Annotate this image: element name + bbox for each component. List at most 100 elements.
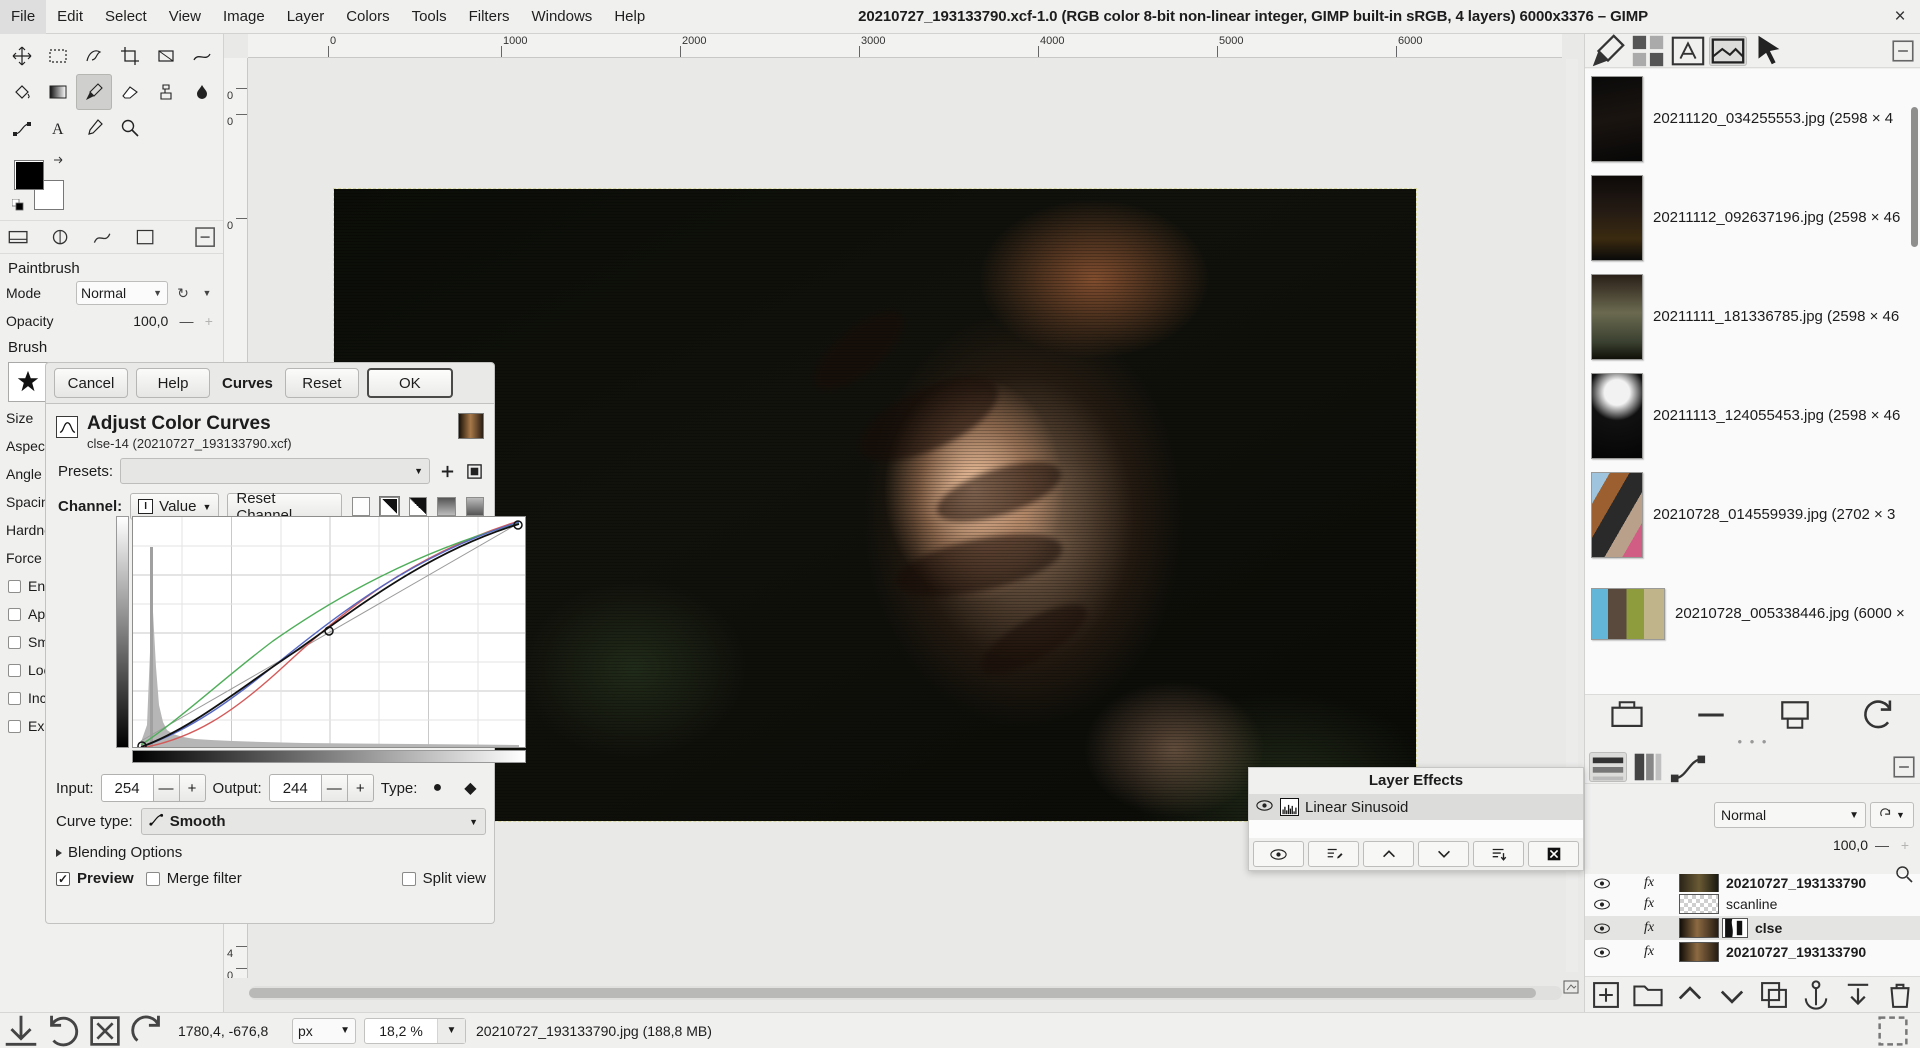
visibility-icon[interactable] xyxy=(1585,877,1619,890)
layer-opacity-value[interactable]: 100,0 xyxy=(1833,837,1868,853)
menu-file[interactable]: File xyxy=(0,0,47,34)
paintbrush-tool-icon[interactable] xyxy=(76,74,112,110)
checkbox-icon[interactable] xyxy=(8,607,21,621)
opacity-minus-button[interactable]: — xyxy=(178,313,194,329)
mode-revert-icon[interactable]: ↻ xyxy=(174,285,192,302)
foreground-color-swatch[interactable] xyxy=(14,160,44,190)
tab-brushes[interactable] xyxy=(1589,33,1627,66)
linear-histogram-toggle[interactable] xyxy=(351,497,371,516)
list-item[interactable]: 20210728_005338446.jpg (6000 × xyxy=(1585,564,1920,663)
preview-checkbox-row[interactable]: ✓ Preview xyxy=(56,870,134,887)
input-value-field[interactable]: 254 xyxy=(100,774,154,802)
undo-history-icon[interactable] xyxy=(42,1013,84,1048)
menu-filters[interactable]: Filters xyxy=(458,0,521,34)
curve-type-select[interactable]: Smooth ▼ xyxy=(140,808,486,835)
lower-layer-icon[interactable] xyxy=(1715,981,1749,1009)
opacity-value[interactable]: 100,0 xyxy=(70,313,172,329)
reset-colors-icon[interactable] xyxy=(11,198,24,211)
table-row[interactable]: fx 20210727_193133790 xyxy=(1585,940,1920,964)
opacity-plus-button[interactable]: + xyxy=(201,313,217,329)
list-item[interactable]: 20210728_014559939.jpg (2702 × 3 xyxy=(1585,465,1920,564)
layer-name[interactable]: clse xyxy=(1748,920,1782,936)
tab-patterns[interactable] xyxy=(1629,35,1667,66)
layer-effect-indicator[interactable]: fx xyxy=(1619,944,1679,960)
rect-select-tool-icon[interactable] xyxy=(40,38,76,74)
chevron-down-icon[interactable]: ▼ xyxy=(437,1018,465,1043)
blend-space-button[interactable]: ▼ xyxy=(1870,802,1914,828)
delete-view-icon[interactable] xyxy=(1775,700,1815,730)
list-item[interactable]: 20211112_092637196.jpg (2598 × 46 xyxy=(1585,168,1920,267)
tab-fonts[interactable] xyxy=(1669,36,1707,66)
close-icon[interactable]: × xyxy=(1880,6,1920,28)
mode-select[interactable]: Normal ▼ xyxy=(76,281,168,305)
blending-options-expander[interactable]: Blending Options xyxy=(56,844,182,861)
split-view-checkbox-row[interactable]: Split view xyxy=(401,870,486,887)
free-select-tool-icon[interactable] xyxy=(76,38,112,74)
layer-name[interactable]: 20210727_193133790 xyxy=(1719,944,1866,960)
gradient-dock-icon[interactable] xyxy=(90,224,114,250)
effect-visibility-icon[interactable] xyxy=(1253,841,1304,867)
list-item[interactable]: 20211113_124055453.jpg (2598 × 46 xyxy=(1585,366,1920,465)
brush-dock-icon[interactable] xyxy=(6,224,30,250)
anchor-layer-icon[interactable] xyxy=(1799,979,1833,1010)
curve-graph[interactable] xyxy=(116,516,526,764)
checkbox-icon[interactable] xyxy=(8,663,21,677)
tab-pointer[interactable] xyxy=(1749,35,1787,66)
output-minus-button[interactable]: — xyxy=(321,774,348,802)
layer-effect-indicator[interactable]: fx xyxy=(1619,920,1679,936)
clone-tool-icon[interactable] xyxy=(148,74,184,110)
blend-mode-select[interactable]: Normal ▼ xyxy=(1714,802,1866,828)
merge-effect-icon[interactable] xyxy=(1473,841,1524,867)
redo-icon[interactable] xyxy=(126,1013,168,1048)
output-levels-icon[interactable] xyxy=(465,497,484,516)
raise-effect-icon[interactable] xyxy=(1363,841,1414,867)
navigation-preview-icon[interactable] xyxy=(1562,978,1580,996)
edit-effect-icon[interactable] xyxy=(1308,841,1359,867)
logarithmic-histogram-toggle[interactable] xyxy=(380,497,399,516)
layer-opacity-minus-button[interactable]: — xyxy=(1873,837,1891,853)
checkbox-icon[interactable] xyxy=(401,871,416,886)
new-view-icon[interactable] xyxy=(1691,700,1731,730)
layer-effect-row[interactable]: Linear Sinusoid xyxy=(1249,794,1583,820)
checkbox-icon[interactable] xyxy=(8,635,21,649)
warp-tool-icon[interactable] xyxy=(184,38,220,74)
menu-colors[interactable]: Colors xyxy=(335,0,400,34)
checkbox-icon[interactable] xyxy=(8,691,21,705)
save-status-icon[interactable] xyxy=(0,1013,42,1048)
layer-effect-indicator[interactable]: fx xyxy=(1619,875,1679,891)
brush-preview[interactable] xyxy=(8,362,48,402)
zoom-tool-icon[interactable] xyxy=(112,110,148,146)
refresh-icon[interactable] xyxy=(1859,699,1899,730)
tab-layers[interactable] xyxy=(1589,751,1627,782)
tab-paths[interactable] xyxy=(1669,752,1707,782)
smudge-tool-icon[interactable] xyxy=(184,74,220,110)
layer-mask-thumbnail[interactable] xyxy=(1722,918,1748,938)
zoom-select[interactable]: 18,2 % ▼ xyxy=(364,1017,466,1044)
bucket-fill-tool-icon[interactable] xyxy=(4,74,40,110)
cancel-button[interactable]: Cancel xyxy=(54,368,128,398)
crop-tool-icon[interactable] xyxy=(112,38,148,74)
list-item[interactable]: 20211111_181336785.jpg (2598 × 46 xyxy=(1585,267,1920,366)
images-list[interactable]: 20211120_034255553.jpg (2598 × 4 2021111… xyxy=(1585,69,1920,694)
gradient-tool-icon[interactable] xyxy=(40,74,76,110)
preset-menu-icon[interactable] xyxy=(464,460,484,482)
visibility-icon[interactable] xyxy=(1585,922,1619,935)
table-row[interactable]: fx scanline xyxy=(1585,892,1920,916)
menu-help[interactable]: Help xyxy=(603,0,656,34)
menu-tools[interactable]: Tools xyxy=(401,0,458,34)
dock-menu-icon[interactable] xyxy=(1890,38,1916,64)
input-levels-icon[interactable] xyxy=(437,497,456,516)
search-icon[interactable] xyxy=(1894,864,1914,888)
visibility-icon[interactable] xyxy=(1255,799,1274,816)
menu-select[interactable]: Select xyxy=(94,0,158,34)
paths-tool-icon[interactable] xyxy=(4,110,40,146)
checkbox-icon[interactable] xyxy=(145,871,160,886)
tab-images[interactable] xyxy=(1709,35,1747,66)
menu-edit[interactable]: Edit xyxy=(46,0,94,34)
delete-layer-icon[interactable] xyxy=(1883,981,1917,1009)
checkbox-icon[interactable] xyxy=(8,719,21,733)
font-dock-icon[interactable] xyxy=(133,224,157,250)
presets-select[interactable]: ▼ xyxy=(120,458,430,484)
list-item[interactable]: 20211120_034255553.jpg (2598 × 4 xyxy=(1585,69,1920,168)
layers-dock-menu-icon[interactable] xyxy=(1891,754,1917,780)
